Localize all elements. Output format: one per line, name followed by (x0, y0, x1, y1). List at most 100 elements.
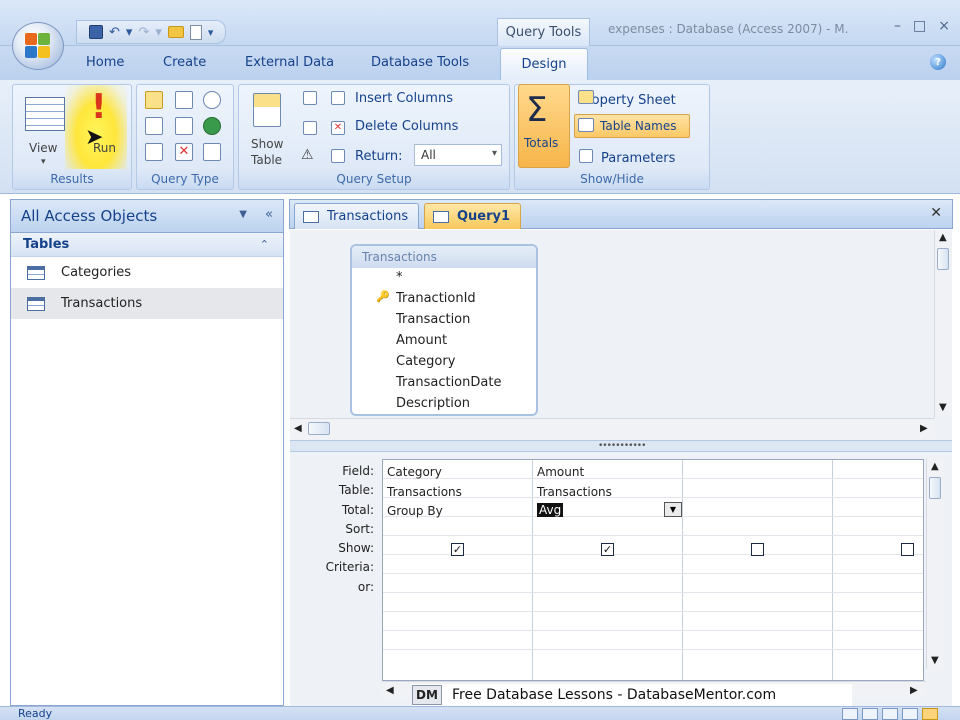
grid-cell-table[interactable]: Transactions (387, 485, 462, 499)
undo-icon[interactable]: ↶ (109, 25, 120, 40)
nav-item-categories[interactable]: Categories (11, 257, 283, 288)
nav-item-transactions[interactable]: Transactions (11, 288, 283, 319)
grid-cell-total-selected[interactable]: Avg (537, 503, 564, 517)
close-window-button[interactable]: × (938, 18, 950, 34)
return-dropdown[interactable]: All (414, 144, 502, 166)
doc-tab-transactions[interactable]: Transactions (294, 203, 420, 229)
totals-label: Totals (524, 136, 559, 150)
update-query-icon[interactable] (203, 117, 221, 135)
field-item[interactable]: TransactionDate (352, 373, 536, 394)
make-table-icon[interactable] (175, 91, 193, 109)
delete-query-icon[interactable]: ✕ (175, 143, 193, 161)
insert-rows-icon[interactable] (303, 91, 317, 105)
delete-rows-icon[interactable] (303, 121, 317, 135)
tab-database-tools[interactable]: Database Tools (371, 55, 469, 70)
window-controls: – □ × (894, 18, 950, 34)
property-sheet-icon (578, 90, 594, 104)
grid-vertical-scrollbar[interactable]: ▲ ▼ (926, 459, 944, 669)
append-query-icon[interactable] (145, 117, 163, 135)
table-pane-vertical-scrollbar[interactable]: ▲ ▼ (934, 230, 952, 418)
union-query-icon[interactable] (203, 91, 221, 109)
dropdown-arrow-icon[interactable]: ▾ (126, 25, 133, 40)
field-item[interactable]: Amount (352, 331, 536, 352)
field-item-primary-key[interactable]: 🔑 TranactionId (352, 289, 536, 310)
open-folder-icon[interactable] (167, 26, 184, 38)
scroll-down-icon[interactable]: ▼ (939, 402, 947, 413)
scroll-right-icon[interactable]: ▶ (910, 685, 918, 696)
insert-columns-button[interactable]: Insert Columns (355, 91, 453, 106)
scroll-right-icon[interactable]: ▶ (920, 423, 928, 434)
query-design-grid[interactable]: Category Transactions Group By ✓ Amount … (382, 459, 924, 681)
parameters-button[interactable]: Parameters (601, 151, 675, 166)
scroll-left-icon[interactable]: ◀ (294, 423, 302, 434)
tab-external-data[interactable]: External Data (245, 55, 334, 70)
pass-through-icon[interactable] (175, 117, 193, 135)
field-list-transactions[interactable]: Transactions * 🔑 TranactionId Transaction… (350, 244, 538, 416)
help-icon[interactable]: ? (930, 54, 946, 70)
total-dropdown-icon[interactable]: ▼ (664, 502, 682, 517)
select-query-icon[interactable] (145, 91, 163, 109)
field-item[interactable]: Category (352, 352, 536, 373)
redo-icon[interactable]: ↷ (138, 25, 149, 40)
datasheet-view-icon[interactable] (842, 708, 858, 720)
tab-create[interactable]: Create (163, 55, 206, 70)
data-definition-icon[interactable] (203, 143, 221, 161)
insert-columns-icon[interactable] (331, 91, 345, 105)
doc-tab-query1[interactable]: Query1 (424, 203, 522, 229)
scroll-thumb[interactable] (929, 477, 941, 499)
view-button[interactable]: View (29, 141, 57, 155)
tab-design[interactable]: Design (500, 48, 588, 80)
show-table-icon[interactable] (253, 93, 281, 127)
sql-view-icon[interactable] (902, 708, 918, 720)
scroll-left-icon[interactable]: ◀ (386, 685, 394, 696)
chevron-down-icon[interactable]: ▼ (239, 209, 247, 220)
dropdown-arrow-icon[interactable]: ▾ (155, 25, 162, 40)
show-checkbox[interactable]: ✓ (601, 543, 614, 556)
show-table-button-line2[interactable]: Table (251, 153, 282, 167)
view-dropdown-icon[interactable]: ▾ (41, 157, 46, 167)
field-label: Category (396, 354, 456, 369)
pane-splitter[interactable]: ••••••••••• (290, 440, 952, 452)
pivot-table-icon[interactable] (862, 708, 878, 720)
builder-icon[interactable]: ⚠ (301, 147, 314, 163)
field-label: Amount (396, 333, 448, 348)
grid-cell-total[interactable]: Group By (387, 504, 443, 518)
field-item[interactable]: Transaction (352, 310, 536, 331)
office-button[interactable] (12, 22, 64, 70)
new-document-icon[interactable] (189, 24, 202, 40)
nav-pane-header[interactable]: All Access Objects ▼ « (11, 200, 283, 233)
tab-home[interactable]: Home (86, 55, 124, 70)
show-checkbox[interactable] (751, 543, 764, 556)
show-table-button[interactable]: Show (251, 137, 283, 151)
field-label: TranactionId (396, 291, 476, 306)
scroll-up-icon[interactable]: ▲ (939, 232, 947, 243)
show-checkbox[interactable] (901, 543, 914, 556)
show-checkbox[interactable]: ✓ (451, 543, 464, 556)
maximize-button[interactable]: □ (913, 18, 926, 34)
crosstab-query-icon[interactable] (145, 143, 163, 161)
collapse-group-icon[interactable]: ⌃ (260, 238, 269, 251)
nav-group-tables[interactable]: Tables ⌃ (11, 233, 283, 257)
design-view-icon[interactable] (922, 708, 938, 720)
delete-columns-icon[interactable]: ✕ (331, 121, 345, 135)
scroll-thumb[interactable] (308, 422, 330, 435)
field-list-title[interactable]: Transactions (352, 246, 536, 268)
scroll-thumb[interactable] (937, 248, 949, 270)
field-item[interactable]: Description (352, 394, 536, 414)
scroll-down-icon[interactable]: ▼ (931, 655, 939, 666)
delete-columns-button[interactable]: Delete Columns (355, 119, 458, 134)
save-icon[interactable] (89, 25, 103, 39)
table-pane-horizontal-scrollbar[interactable]: ◀ ▶ (290, 418, 934, 438)
pivot-chart-icon[interactable] (882, 708, 898, 720)
minimize-button[interactable]: – (894, 18, 901, 34)
doc-tab-label: Query1 (457, 209, 511, 224)
collapse-pane-icon[interactable]: « (265, 207, 273, 222)
grid-cell-field[interactable]: Category (387, 465, 442, 479)
grid-cell-table[interactable]: Transactions (537, 485, 612, 499)
close-document-icon[interactable]: ✕ (930, 205, 942, 221)
scroll-up-icon[interactable]: ▲ (931, 461, 939, 472)
grid-cell-field[interactable]: Amount (537, 465, 584, 479)
grid-row (383, 555, 923, 574)
field-item[interactable]: * (352, 268, 536, 289)
customize-toolbar-icon[interactable]: ▾ (208, 26, 214, 39)
